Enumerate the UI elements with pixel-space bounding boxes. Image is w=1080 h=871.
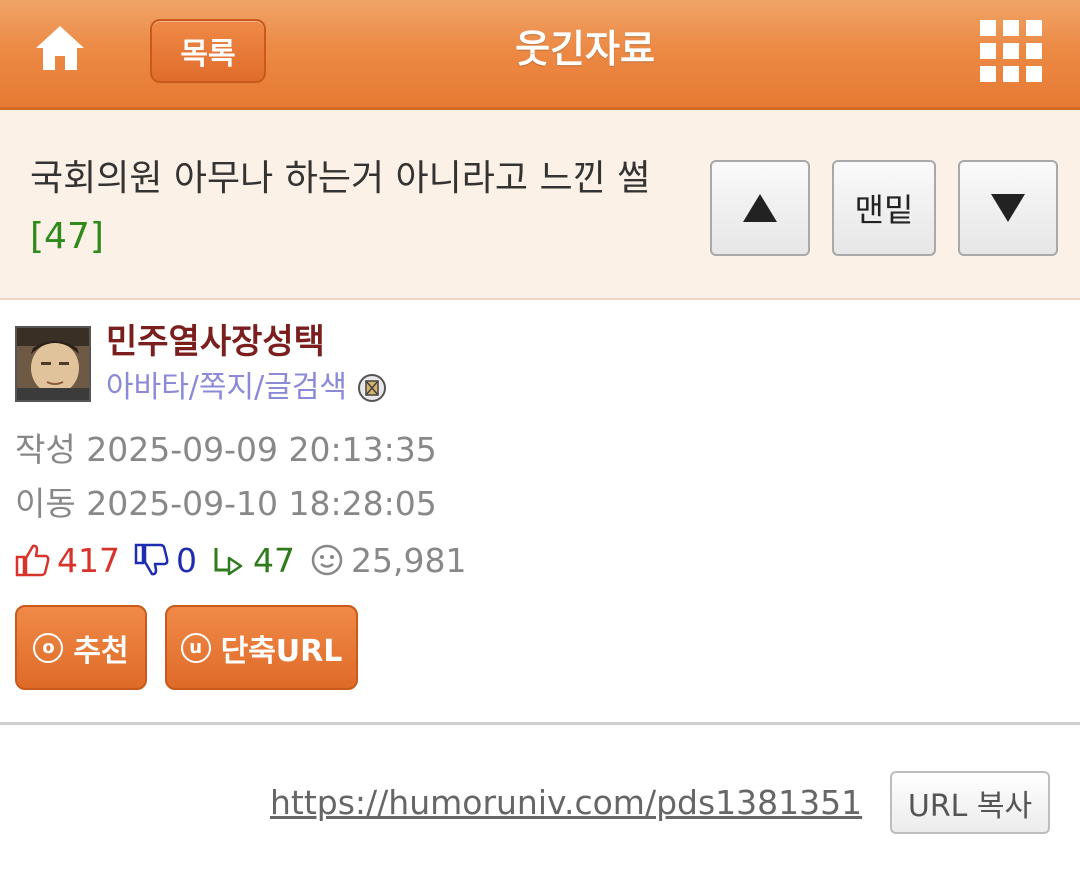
view-count: 25,981 xyxy=(351,540,467,580)
avatar[interactable] xyxy=(15,326,91,402)
post-url-link[interactable]: https://humoruniv.com/pds1381351 xyxy=(270,780,862,826)
go-bottom-button[interactable]: 맨밑 xyxy=(832,160,936,256)
post-title-text: 국회의원 아무나 하는거 아니라고 느낀 썰 xyxy=(30,158,651,199)
short-url-button[interactable]: u 단축URL xyxy=(165,605,358,690)
grid-menu-button[interactable] xyxy=(980,20,1042,82)
section-divider xyxy=(0,722,1080,725)
scroll-up-button[interactable] xyxy=(710,160,810,256)
short-url-icon: u xyxy=(180,632,211,663)
short-url-label: 단축URL xyxy=(220,633,343,669)
top-bar: 목록 웃긴자료 xyxy=(0,0,1080,110)
reply-stat: 47 xyxy=(211,541,295,580)
views-stat: 25,981 xyxy=(309,541,466,580)
list-button[interactable]: 목록 xyxy=(150,19,266,83)
copy-url-button[interactable]: URL 복사 xyxy=(890,771,1050,834)
post-title-band: 국회의원 아무나 하는거 아니라고 느낀 썰 [47] 맨밑 xyxy=(0,110,1080,300)
page-title: 웃긴자료 xyxy=(515,27,655,71)
home-button[interactable] xyxy=(30,18,90,78)
thumbs-down-icon xyxy=(134,543,169,576)
badge-icon xyxy=(358,374,387,402)
post-stats: 417 0 47 25,981 xyxy=(15,538,480,582)
reply-arrow-icon xyxy=(214,548,243,576)
scroll-down-button[interactable] xyxy=(958,160,1058,256)
dislike-stat: 0 xyxy=(134,541,197,580)
like-count: 417 xyxy=(57,540,120,580)
created-date: 작성 2025-09-09 20:13:35 xyxy=(15,430,437,469)
recommend-icon: o xyxy=(33,632,64,663)
avatar-image xyxy=(17,328,89,400)
post-title: 국회의원 아무나 하는거 아니라고 느낀 썰 [47] xyxy=(30,150,680,266)
triangle-down-icon xyxy=(991,194,1025,222)
recommend-button[interactable]: o 추천 xyxy=(15,605,147,690)
reply-count: 47 xyxy=(253,540,295,580)
dislike-count: 0 xyxy=(176,540,197,580)
author-links[interactable]: 아바타/쪽지/글검색 xyxy=(106,366,387,410)
triangle-up-icon xyxy=(743,194,777,222)
thumbs-up-icon xyxy=(15,544,50,577)
author-name[interactable]: 민주열사장성택 xyxy=(106,320,325,364)
smiley-icon xyxy=(311,544,343,576)
recommend-label: 추천 xyxy=(73,633,129,669)
moved-date: 이동 2025-09-10 18:28:05 xyxy=(15,484,437,523)
home-icon xyxy=(36,26,84,70)
author-links-text[interactable]: 아바타/쪽지/글검색 xyxy=(106,366,347,410)
like-stat: 417 xyxy=(15,541,120,580)
comment-count[interactable]: [47] xyxy=(30,216,104,257)
